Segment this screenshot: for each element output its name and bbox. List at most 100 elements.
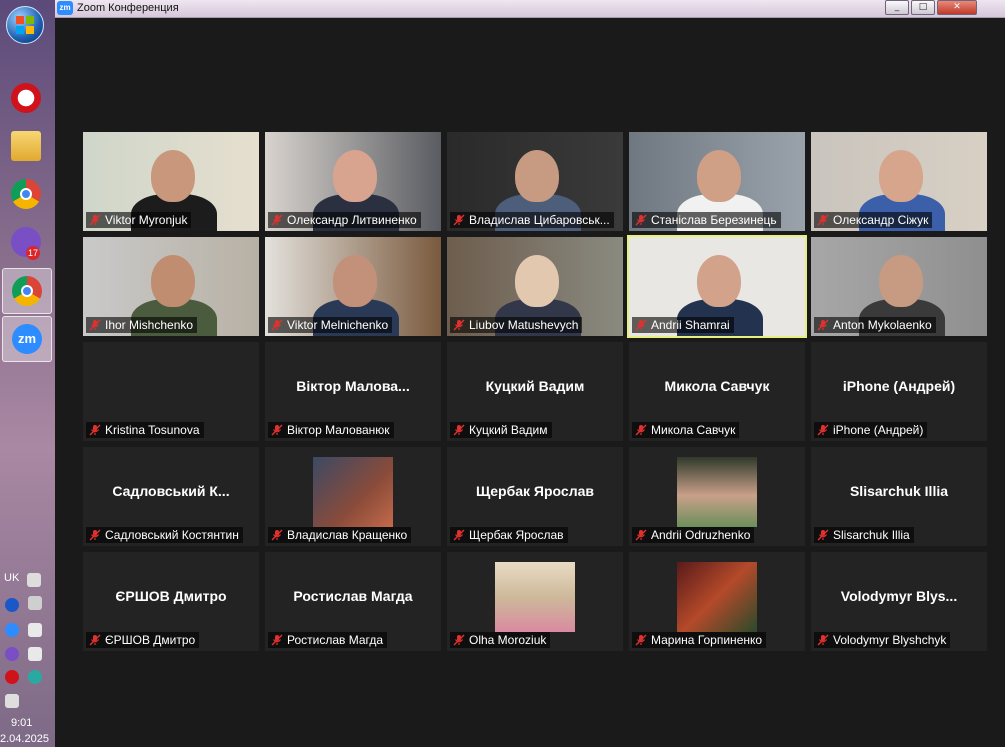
participant-tile[interactable]: Олександр Литвиненко <box>265 132 441 231</box>
participant-avatar <box>313 457 393 527</box>
taskbar: 17 zm UK 9:01 2.04.2025 <box>0 0 56 747</box>
participant-tile[interactable]: Щербак Ярослав Щербак Ярослав <box>447 447 623 546</box>
participant-name-label: Ростислав Магда <box>268 632 388 648</box>
participant-name-label: Andrii Odruzhenko <box>632 527 755 543</box>
maximize-button[interactable]: □ <box>911 0 935 15</box>
chrome-icon <box>12 276 42 306</box>
opera-tray-icon[interactable] <box>5 670 19 684</box>
mic-muted-icon <box>271 634 283 646</box>
zoom-tray-icon[interactable] <box>5 623 19 637</box>
participant-tile[interactable]: Олександр Сіжук <box>811 132 987 231</box>
participant-name-label: Olha Moroziuk <box>450 632 551 648</box>
participant-tile[interactable]: Станіслав Березинець <box>629 132 805 231</box>
participant-tile[interactable]: Куцкий Вадим Куцкий Вадим <box>447 342 623 441</box>
participant-tile[interactable]: Марина Горпиненко <box>629 552 805 651</box>
participant-display-name: Микола Савчук <box>664 378 770 394</box>
network-icon[interactable] <box>28 596 42 610</box>
participant-name-label: Ihor Mishchenko <box>86 317 198 333</box>
participant-display-name: Slisarchuk Illia <box>849 483 949 499</box>
participant-tile[interactable]: Anton Mykolaenko <box>811 237 987 336</box>
taskbar-app-file-explorer[interactable] <box>2 124 50 168</box>
participant-tile[interactable]: Slisarchuk Illia Slisarchuk Illia <box>811 447 987 546</box>
volume-icon[interactable] <box>28 647 42 661</box>
participant-name-label: Марина Горпиненко <box>632 632 767 648</box>
participant-tile[interactable]: Andrii Shamrai <box>627 235 807 338</box>
participant-tile[interactable]: Viktor Myronjuk <box>83 132 259 231</box>
window-title: Zoom Конференция <box>77 2 179 14</box>
zoom-icon: zm <box>12 324 42 354</box>
participant-tile[interactable]: Andrii Odruzhenko <box>629 447 805 546</box>
participant-tile[interactable]: Віктор Малова... Віктор Малованюк <box>265 342 441 441</box>
windows-logo-icon <box>16 16 34 34</box>
participant-name: Владислав Цибаровськ... <box>469 213 610 227</box>
participant-name: Viktor Myronjuk <box>105 213 188 227</box>
close-button[interactable]: ✕ <box>937 0 977 15</box>
zoom-app-icon: zm <box>57 1 73 15</box>
participant-name: iPhone (Андрей) <box>833 423 924 437</box>
mic-muted-icon <box>817 529 829 541</box>
participant-tile[interactable]: Владислав Цибаровськ... <box>447 132 623 231</box>
keyboard-icon[interactable] <box>27 573 41 587</box>
clock-time[interactable]: 9:01 <box>11 717 32 729</box>
taskbar-app-chrome-canary[interactable] <box>2 268 52 314</box>
participant-name: Liubov Matushevych <box>469 318 579 332</box>
mic-muted-icon <box>817 634 829 646</box>
taskbar-app-viber[interactable]: 17 <box>2 220 50 264</box>
participant-display-name: Volodymyr Blys... <box>840 588 958 604</box>
taskbar-app-opera[interactable] <box>2 76 50 120</box>
mic-muted-icon <box>271 529 283 541</box>
participant-name-label: Andrii Shamrai <box>632 317 734 333</box>
participant-name-label: Viktor Melnichenko <box>268 317 393 333</box>
mic-muted-icon <box>453 529 465 541</box>
notification-badge: 17 <box>26 246 40 260</box>
mic-muted-icon <box>635 424 647 436</box>
mic-muted-icon <box>271 319 283 331</box>
viber-tray-icon[interactable] <box>5 647 19 661</box>
participant-name-label: Олександр Сіжук <box>814 212 933 228</box>
opera-icon <box>11 83 41 113</box>
participant-tile[interactable]: Volodymyr Blys... Volodymyr Blyshchyk <box>811 552 987 651</box>
participant-tile[interactable]: Микола Савчук Микола Савчук <box>629 342 805 441</box>
minimize-button[interactable]: _ <box>885 0 909 15</box>
participant-tile[interactable]: Viktor Melnichenko <box>265 237 441 336</box>
participant-name: Anton Mykolaenko <box>833 318 932 332</box>
mic-muted-icon <box>89 529 101 541</box>
participant-tile[interactable]: Ihor Mishchenko <box>83 237 259 336</box>
mic-muted-icon <box>89 424 101 436</box>
participant-tile[interactable]: Владислав Кращенко <box>265 447 441 546</box>
participant-name-label: Щербак Ярослав <box>450 527 568 543</box>
mic-muted-icon <box>453 424 465 436</box>
participant-name-label: Kristina Tosunova <box>86 422 204 438</box>
participant-tile[interactable]: Садловський К... Садловський Костянтин <box>83 447 259 546</box>
participant-tile[interactable]: ЄРШОВ Дмитро ЄРШОВ Дмитро <box>83 552 259 651</box>
mic-muted-icon <box>453 214 465 226</box>
chrome-icon <box>11 179 41 209</box>
monitor-icon[interactable] <box>5 694 19 708</box>
taskbar-app-chrome[interactable] <box>2 172 50 216</box>
participant-tile[interactable]: Ростислав Магда Ростислав Магда <box>265 552 441 651</box>
clipboard-icon[interactable] <box>28 623 42 637</box>
participant-name-label: Владислав Цибаровськ... <box>450 212 614 228</box>
participant-tile[interactable]: Liubov Matushevych <box>447 237 623 336</box>
help-icon[interactable] <box>5 598 19 612</box>
participant-name: Марина Горпиненко <box>651 633 763 647</box>
participant-avatar <box>495 562 575 632</box>
participant-display-name: Ростислав Магда <box>293 588 413 604</box>
start-button[interactable] <box>6 6 44 44</box>
edge-icon[interactable] <box>28 670 42 684</box>
participant-tile[interactable]: Olha Moroziuk <box>447 552 623 651</box>
mic-muted-icon <box>89 319 101 331</box>
taskbar-app-zoom[interactable]: zm <box>2 316 52 362</box>
participant-name-label: Куцкий Вадим <box>450 422 552 438</box>
participant-name-label: Станіслав Березинець <box>632 212 781 228</box>
participant-name: Ростислав Магда <box>287 633 384 647</box>
participant-name: Станіслав Березинець <box>651 213 777 227</box>
participant-name: Slisarchuk Illia <box>833 528 910 542</box>
participant-avatar <box>677 562 757 632</box>
participant-name-label: Садловський Костянтин <box>86 527 243 543</box>
clock-date[interactable]: 2.04.2025 <box>0 733 49 745</box>
mic-muted-icon <box>635 319 647 331</box>
participant-tile[interactable]: Kristina Tosunova <box>83 342 259 441</box>
language-indicator[interactable]: UK <box>4 572 19 584</box>
participant-tile[interactable]: iPhone (Андрей) iPhone (Андрей) <box>811 342 987 441</box>
